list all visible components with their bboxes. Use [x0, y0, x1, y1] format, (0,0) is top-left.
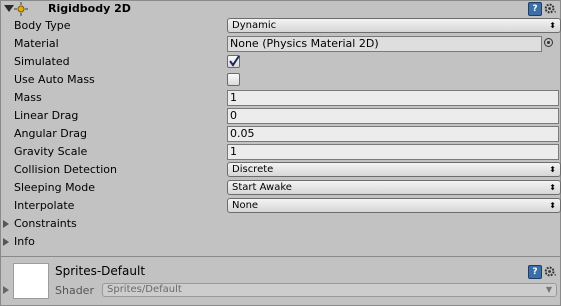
collision-detection-value: Discrete: [232, 164, 274, 175]
mass-input[interactable]: 1: [227, 90, 559, 106]
gravity-scale-row: Gravity Scale 1: [1, 143, 560, 161]
simulated-row: Simulated: [1, 53, 560, 71]
interpolate-label: Interpolate: [14, 199, 75, 212]
material-name: Sprites-Default: [55, 264, 146, 278]
rigidbody-2d-icon: [14, 2, 28, 16]
constraints-label[interactable]: Constraints: [14, 217, 77, 230]
component-title: Rigidbody 2D: [48, 2, 131, 15]
sleeping-mode-row: Sleeping Mode Start Awake ⬍: [1, 179, 561, 197]
linear-drag-input[interactable]: 0: [227, 108, 559, 124]
body-type-dropdown[interactable]: Dynamic ⬍: [227, 18, 561, 33]
dropdown-arrows-icon: ⬍: [549, 183, 556, 192]
dropdown-arrows-icon: ⬍: [549, 201, 556, 210]
object-picker-icon[interactable]: [544, 38, 553, 47]
collision-detection-label: Collision Detection: [14, 163, 118, 176]
shader-dropdown[interactable]: Sprites/Default ▼: [102, 283, 557, 297]
interpolate-dropdown[interactable]: None ⬍: [227, 198, 561, 213]
mass-label[interactable]: Mass: [14, 91, 42, 104]
dropdown-arrows-icon: ⬍: [549, 21, 556, 30]
material-object-field[interactable]: None (Physics Material 2D): [227, 36, 542, 52]
angular-drag-label[interactable]: Angular Drag: [14, 127, 87, 140]
angular-drag-row: Angular Drag 0.05: [1, 125, 560, 143]
dropdown-arrow-icon: ▼: [545, 285, 552, 294]
material-help-book-icon[interactable]: ?: [528, 265, 542, 279]
use-auto-mass-row: Use Auto Mass: [1, 71, 560, 89]
interpolate-value: None: [232, 200, 259, 211]
sleeping-mode-label: Sleeping Mode: [14, 181, 96, 194]
shader-value: Sprites/Default: [107, 284, 182, 295]
angular-drag-input[interactable]: 0.05: [227, 126, 559, 142]
foldout-arrow-icon[interactable]: [3, 238, 9, 246]
foldout-arrow-icon[interactable]: [3, 220, 9, 228]
use-auto-mass-checkbox[interactable]: [227, 73, 240, 86]
collision-detection-row: Collision Detection Discrete ⬍: [1, 161, 561, 179]
inspector-panel: Rigidbody 2D ? Body Type Dynamic ⬍ Mater…: [0, 0, 561, 306]
gear-icon[interactable]: [544, 2, 557, 15]
use-auto-mass-label: Use Auto Mass: [14, 73, 95, 86]
mass-row: Mass 1: [1, 89, 560, 107]
info-label[interactable]: Info: [14, 235, 35, 248]
material-row: Material None (Physics Material 2D): [1, 35, 560, 53]
fold-triangle-icon[interactable]: [4, 5, 14, 12]
simulated-label: Simulated: [14, 55, 70, 68]
component-header[interactable]: Rigidbody 2D ?: [1, 1, 560, 17]
body-type-label: Body Type: [14, 19, 71, 32]
simulated-checkbox[interactable]: [227, 55, 240, 68]
constraints-foldout[interactable]: Constraints: [1, 215, 560, 233]
material-gear-icon[interactable]: [544, 265, 557, 278]
checkmark-icon: [229, 55, 240, 67]
dropdown-arrows-icon: ⬍: [549, 165, 556, 174]
linear-drag-row: Linear Drag 0: [1, 107, 560, 125]
help-book-icon[interactable]: ?: [528, 2, 542, 16]
linear-drag-label[interactable]: Linear Drag: [14, 109, 78, 122]
sleeping-mode-dropdown[interactable]: Start Awake ⬍: [227, 180, 561, 195]
gravity-scale-input[interactable]: 1: [227, 144, 559, 160]
material-preview-thumbnail: [13, 263, 49, 299]
body-type-row: Body Type Dynamic ⬍: [1, 17, 561, 35]
info-foldout[interactable]: Info: [1, 233, 560, 251]
shader-label: Shader: [55, 284, 94, 297]
sleeping-mode-value: Start Awake: [232, 182, 292, 193]
interpolate-row: Interpolate None ⬍: [1, 197, 561, 215]
gravity-scale-label[interactable]: Gravity Scale: [14, 145, 87, 158]
material-label: Material: [14, 37, 59, 50]
collision-detection-dropdown[interactable]: Discrete ⬍: [227, 162, 561, 177]
material-foldout-arrow-icon[interactable]: [3, 286, 9, 294]
body-type-value: Dynamic: [232, 20, 277, 31]
section-divider: [1, 256, 560, 257]
